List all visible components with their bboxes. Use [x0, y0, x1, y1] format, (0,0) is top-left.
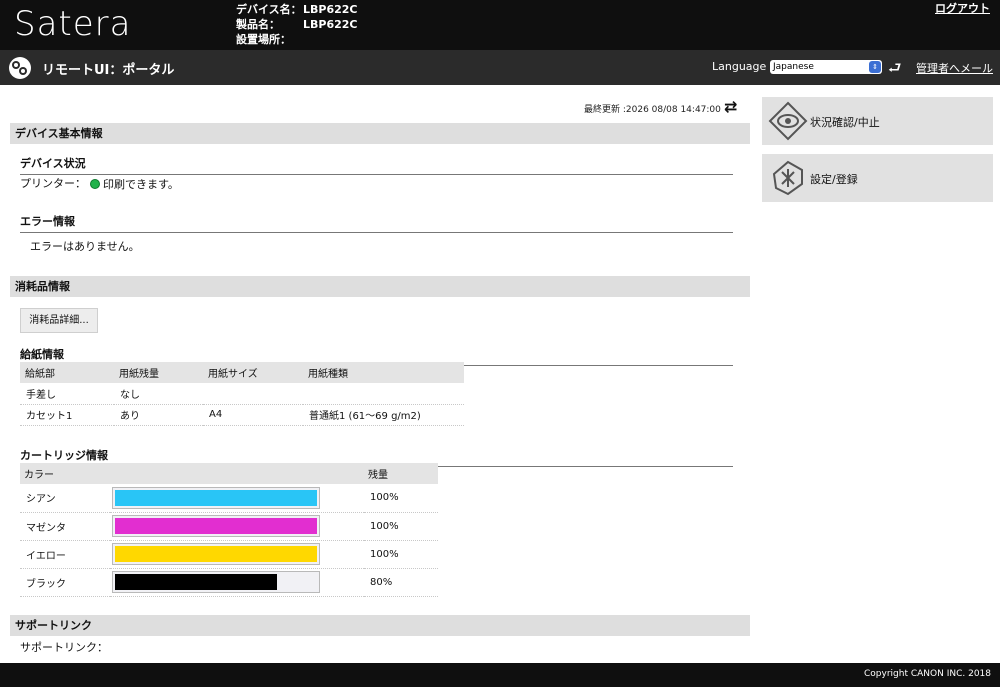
cartridge-level: 100% [364, 512, 438, 541]
paper-table: 給紙部 用紙残量 用紙サイズ 用紙種類 手差し なし カセット1 あり A4 普… [20, 362, 464, 426]
cartridge-name: ブラック [20, 568, 110, 597]
printer-label: プリンター： [20, 177, 86, 190]
table-row: イエロー 100% [20, 540, 438, 569]
language-select[interactable]: Japanese ⇕ [770, 60, 882, 74]
device-name-value: LBP622C [303, 3, 358, 16]
location-label: 設置場所： [236, 33, 291, 46]
settings-icon [772, 160, 803, 196]
cartridge-col-remaining: 残量 [364, 463, 438, 484]
product-name-value: LBP622C [303, 18, 358, 31]
cartridge-name: イエロー [20, 540, 110, 569]
status-monitor-button[interactable]: 状況確認/中止 [762, 97, 993, 145]
table-row: ブラック 80% [20, 568, 438, 597]
toner-level-bar [112, 515, 320, 537]
language-label: Language : [712, 60, 774, 73]
product-name-label: 製品名： [236, 18, 280, 31]
section-device-info: デバイス基本情報 [10, 123, 750, 144]
apply-language-icon[interactable]: ⮐ [888, 58, 902, 83]
paper-col-size: 用紙サイズ [203, 362, 303, 383]
device-status-heading: デバイス状況 [20, 155, 733, 175]
paper-cell: あり [114, 404, 203, 426]
cartridge-col-bar [110, 463, 364, 484]
paper-cell: なし [114, 383, 203, 405]
toner-level-bar [112, 543, 320, 565]
cartridge-level: 100% [364, 540, 438, 569]
cartridge-name: シアン [20, 484, 110, 513]
table-row: 手差し なし [20, 383, 464, 405]
table-row: シアン 100% [20, 484, 438, 513]
consumables-details-button[interactable]: 消耗品詳細... [20, 308, 98, 333]
section-consumables: 消耗品情報 [10, 276, 750, 297]
table-row: カセット1 あり A4 普通紙1 (61～69 g/m2) [20, 404, 464, 426]
status-monitor-label: 状況確認/中止 [810, 116, 880, 129]
portal-bar: リモートUI：ポータル Language : Japanese ⇕ ⮐ 管理者へ… [0, 50, 1000, 85]
toner-level-bar [112, 486, 320, 509]
language-value: Japanese [773, 62, 814, 72]
printer-status: 印刷できます。 [90, 176, 179, 192]
table-row: マゼンタ 100% [20, 512, 438, 541]
eye-icon [768, 101, 808, 141]
status-ok-icon [90, 179, 100, 189]
admin-mail-link[interactable]: 管理者へメール [916, 60, 993, 76]
last-updated: 最終更新 :2026 08/08 14:47:00 [584, 105, 721, 115]
cartridge-col-color: カラー [20, 463, 110, 484]
toner-level-fill [115, 546, 317, 562]
paper-cell: 手差し [20, 383, 114, 405]
logout-link[interactable]: ログアウト [935, 0, 990, 16]
toner-level-fill [115, 518, 317, 534]
cartridge-name: マゼンタ [20, 512, 110, 541]
refresh-icon[interactable]: ⇄ [724, 97, 737, 116]
top-header: Satera デバイス名： LBP622C 製品名： LBP622C 設置場所： ロ… [0, 0, 1000, 50]
select-arrows-icon: ⇕ [869, 61, 881, 73]
cartridge-table: カラー 残量 シアン 100% マゼンタ 100% イエロー 100% ブラック… [20, 463, 438, 597]
paper-cell [303, 383, 464, 405]
device-info: デバイス名： LBP622C 製品名： LBP622C 設置場所： [236, 2, 358, 47]
settings-button[interactable]: 設定/登録 [762, 154, 993, 202]
footer: Copyright CANON INC. 2018 [0, 663, 1000, 687]
printer-status-text: 印刷できます。 [103, 178, 179, 191]
section-support: サポートリンク [10, 615, 750, 636]
paper-cell: A4 [203, 404, 303, 426]
page-title: リモートUI：ポータル [42, 63, 175, 78]
cartridge-level: 80% [364, 568, 438, 597]
error-info-heading: エラー情報 [20, 213, 733, 233]
paper-cell [203, 383, 303, 405]
portal-icon [9, 57, 31, 79]
device-name-label: デバイス名： [236, 3, 302, 16]
toner-level-fill [115, 489, 317, 506]
settings-label: 設定/登録 [810, 173, 858, 186]
paper-cell: カセット1 [20, 404, 114, 426]
paper-col-source: 給紙部 [20, 362, 114, 383]
cartridge-level: 100% [364, 484, 438, 513]
paper-col-type: 用紙種類 [303, 362, 464, 383]
brand-logo: Satera [14, 4, 132, 44]
support-link-label: サポートリンク： [20, 641, 108, 654]
error-text: エラーはありません。 [30, 240, 140, 253]
toner-level-fill [115, 574, 277, 590]
paper-cell: 普通紙1 (61～69 g/m2) [303, 404, 464, 426]
toner-level-bar [112, 571, 320, 593]
copyright: Copyright CANON INC. 2018 [864, 669, 991, 679]
paper-col-remaining: 用紙残量 [114, 362, 203, 383]
